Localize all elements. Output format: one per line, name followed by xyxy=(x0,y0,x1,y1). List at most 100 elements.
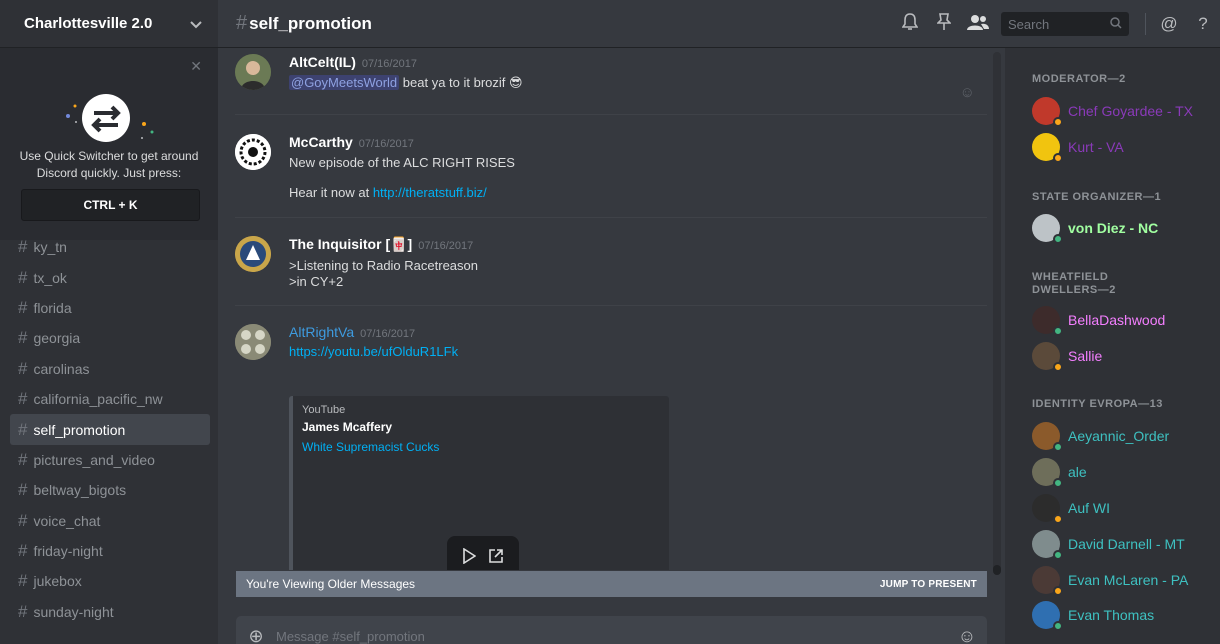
member-group-title: IDENTITY EVROPA—13 xyxy=(1032,398,1163,410)
avatar[interactable] xyxy=(235,54,271,90)
channel-pictures_and_video[interactable]: # pictures_and_video xyxy=(10,445,210,475)
channel-friday-night[interactable]: # friday-night xyxy=(10,536,210,566)
jump-to-present-button[interactable]: JUMP TO PRESENT xyxy=(880,579,977,590)
member-item[interactable]: Evan McLaren - PA xyxy=(1032,564,1188,596)
search-input[interactable]: Search xyxy=(1001,12,1129,36)
member-name: ale xyxy=(1068,464,1087,480)
member-name: Chef Goyardee - TX xyxy=(1068,103,1194,119)
user-mention[interactable]: @GoyMeetsWorld xyxy=(289,75,400,90)
help-icon[interactable]: ? xyxy=(1186,14,1220,34)
channel-tx_ok[interactable]: # tx_ok xyxy=(10,262,210,292)
hash-icon: # xyxy=(18,297,28,317)
message-body: AltCelt(IL) 07/16/2017 @GoyMeetsWorld be… xyxy=(289,54,969,91)
message-link[interactable]: https://youtu.be/ufOlduR1LFk xyxy=(289,344,458,359)
message-link[interactable]: http://theratstuff.biz/ xyxy=(373,185,487,200)
avatar[interactable] xyxy=(235,134,271,170)
channel-label: carolinas xyxy=(33,360,90,377)
avatar[interactable] xyxy=(235,324,271,360)
channel-carolinas[interactable]: # carolinas xyxy=(10,354,210,384)
close-icon[interactable]: ✕ xyxy=(190,58,202,75)
member-name: BellaDashwood xyxy=(1068,312,1166,328)
member-item[interactable]: Aeyannic_Order xyxy=(1032,420,1169,452)
server-header[interactable]: Charlottesville 2.0 xyxy=(0,0,218,48)
search-icon[interactable] xyxy=(1110,16,1122,32)
member-item[interactable]: Evan Thomas xyxy=(1032,599,1154,631)
channel-jukebox[interactable]: # jukebox xyxy=(10,566,210,596)
member-item[interactable]: David Darnell - MT xyxy=(1032,528,1185,560)
member-item[interactable]: von Diez - NC xyxy=(1032,212,1158,244)
emoji-picker-icon[interactable]: ☺ xyxy=(947,626,987,644)
embed-title[interactable]: White Supremacist Cucks xyxy=(302,440,439,454)
add-reaction-icon[interactable]: ☺ xyxy=(960,84,975,101)
quick-switcher-text: Use Quick Switcher to get around Discord… xyxy=(19,149,199,180)
channel-ky_tn[interactable]: # ky_tn xyxy=(10,232,210,262)
status-idle-icon xyxy=(1053,117,1063,127)
status-online-icon xyxy=(1053,234,1063,244)
hash-icon: # xyxy=(18,449,28,469)
channel-label: friday-night xyxy=(33,543,103,560)
member-group-title: STATE ORGANIZER—1 xyxy=(1032,191,1162,203)
message-input[interactable]: Message #self_promotion xyxy=(276,629,947,644)
avatar xyxy=(1032,601,1063,631)
member-group-title: MODERATOR—2 xyxy=(1032,73,1126,85)
channel-label: ky_tn xyxy=(33,239,67,256)
embed-provider: YouTube xyxy=(302,404,346,416)
hash-icon: # xyxy=(236,12,248,34)
message-body: The Inquisitor [🀄] 07/16/2017 >Listening… xyxy=(289,236,969,290)
avatar xyxy=(1032,530,1063,560)
server-name: Charlottesville 2.0 xyxy=(24,15,153,32)
status-online-icon xyxy=(1053,326,1063,336)
channel-california_pacific_nw[interactable]: # california_pacific_nw xyxy=(10,384,210,414)
message-header: AltRightVa 07/16/2017 xyxy=(289,324,969,340)
pin-icon[interactable] xyxy=(927,12,961,36)
timestamp: 07/16/2017 xyxy=(358,138,414,150)
avatar[interactable] xyxy=(235,236,271,272)
hash-icon: # xyxy=(18,419,28,439)
bell-icon[interactable] xyxy=(893,12,927,36)
scrollbar-thumb[interactable] xyxy=(993,565,1001,575)
quick-switcher-shortcut[interactable]: CTRL + K xyxy=(21,189,200,221)
member-group-title: WHEATFIELD DWELLERS—2 xyxy=(1032,271,1116,296)
message-scrollbar[interactable] xyxy=(993,52,1001,572)
channel-label: jukebox xyxy=(33,573,82,590)
member-name: Evan McLaren - PA xyxy=(1068,572,1189,588)
status-idle-icon xyxy=(1053,362,1063,372)
member-item[interactable]: Auf WI xyxy=(1032,492,1110,524)
username[interactable]: AltCelt(IL) xyxy=(289,54,356,70)
message-composer: ⊕ Message #self_promotion ☺ xyxy=(236,616,987,644)
channel-sunday-night[interactable]: # sunday-night xyxy=(10,597,210,627)
upload-plus-icon[interactable]: ⊕ xyxy=(236,626,276,644)
channel-header: # self_promotion Search @ ? xyxy=(218,0,1220,48)
channel-label: beltway_bigots xyxy=(33,482,127,499)
embed-author[interactable]: James Mcaffery xyxy=(302,420,392,434)
member-item[interactable]: Sallie xyxy=(1032,340,1102,372)
hash-icon: # xyxy=(18,541,28,561)
channel-label: self_promotion xyxy=(33,421,126,438)
channel-self_promotion[interactable]: # self_promotion xyxy=(10,414,210,445)
external-link-icon[interactable] xyxy=(488,548,504,569)
chevron-down-icon[interactable] xyxy=(190,16,202,32)
channel-voice_chat[interactable]: # voice_chat xyxy=(10,506,210,536)
member-item[interactable]: Chef Goyardee - TX xyxy=(1032,95,1193,127)
username[interactable]: McCarthy xyxy=(289,134,353,150)
status-online-icon xyxy=(1053,478,1063,488)
mentions-icon[interactable]: @ xyxy=(1152,14,1186,34)
message-content: New episode of the ALC RIGHT RISES xyxy=(289,155,515,170)
member-name: von Diez - NC xyxy=(1068,220,1159,236)
channel-list: # ky_tn # tx_ok # florida # georgia # carolin… xyxy=(0,232,218,627)
message-content: Hear it now at xyxy=(289,185,370,200)
member-item[interactable]: ale xyxy=(1032,456,1087,488)
message-content: >Listening to Radio Racetreason xyxy=(289,258,478,273)
members-icon[interactable] xyxy=(961,14,995,35)
username[interactable]: The Inquisitor [🀄] xyxy=(289,236,412,253)
hash-icon: # xyxy=(18,389,28,409)
channel-title: # self_promotion xyxy=(236,12,372,35)
username[interactable]: AltRightVa xyxy=(289,324,354,340)
channel-florida[interactable]: # florida xyxy=(10,293,210,323)
message-header: AltCelt(IL) 07/16/2017 xyxy=(289,54,969,70)
play-icon[interactable] xyxy=(462,547,477,569)
member-item[interactable]: BellaDashwood xyxy=(1032,304,1165,336)
member-item[interactable]: Kurt - VA xyxy=(1032,131,1124,163)
channel-georgia[interactable]: # georgia xyxy=(10,323,210,353)
channel-beltway_bigots[interactable]: # beltway_bigots xyxy=(10,475,210,505)
